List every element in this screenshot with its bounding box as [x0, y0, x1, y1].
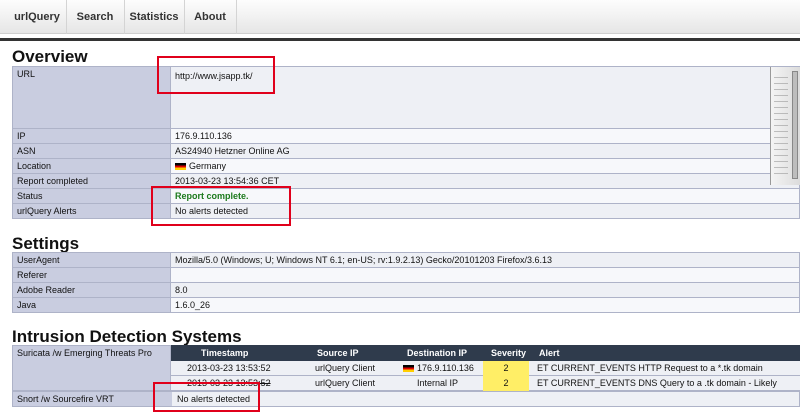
snort-row: Snort /w Sourcefire VRT No alerts detect…	[12, 391, 800, 407]
annotation-box-snort	[153, 382, 260, 412]
overview-key: URL	[12, 66, 171, 129]
overview-key: urlQuery Alerts	[12, 203, 171, 219]
settings-value	[170, 267, 800, 283]
col-destination-ip: Destination IP	[407, 348, 468, 358]
alert-destination: 176.9.110.136	[403, 361, 474, 376]
overview-heading: Overview	[12, 47, 88, 66]
nav-search[interactable]: Search	[66, 0, 124, 34]
settings-table: UserAgent Mozilla/5.0 (Windows; U; Windo…	[12, 252, 800, 313]
snort-label: Snort /w Sourcefire VRT	[13, 392, 172, 406]
overview-row-asn: ASN AS24940 Hetzner Online AG	[12, 143, 800, 159]
settings-key: Adobe Reader	[12, 282, 171, 298]
overview-key: IP	[12, 128, 171, 144]
alert-severity: 2	[483, 361, 529, 376]
overview-row-location: Location Germany	[12, 158, 800, 174]
overview-row-status: Status Report complete.	[12, 188, 800, 204]
settings-key: Java	[12, 297, 171, 313]
settings-value: Mozilla/5.0 (Windows; U; Windows NT 6.1;…	[170, 252, 800, 268]
ids-heading: Intrusion Detection Systems	[12, 327, 242, 346]
ids-table-header: Timestamp Source IP Destination IP Sever…	[171, 345, 800, 361]
settings-key: UserAgent	[12, 252, 171, 268]
settings-heading: Settings	[12, 234, 80, 253]
overview-value: 176.9.110.136	[170, 128, 800, 144]
settings-value: 8.0	[170, 282, 800, 298]
nav-statistics[interactable]: Statistics	[124, 0, 184, 34]
overview-row-report-completed: Report completed 2013-03-23 13:54:36 CET	[12, 173, 800, 189]
settings-row-adobe: Adobe Reader 8.0	[12, 282, 800, 298]
settings-row-java: Java 1.6.0_26	[12, 297, 800, 313]
alert-severity: 2	[483, 376, 529, 391]
overview-row-ip: IP 176.9.110.136	[12, 128, 800, 144]
alert-destination-text: 176.9.110.136	[417, 363, 474, 373]
ids-alert-row: 2013-03-23 13:53:52 urlQuery Client 176.…	[171, 361, 800, 376]
settings-row-referer: Referer	[12, 267, 800, 283]
annotation-box-url	[157, 56, 275, 94]
alert-destination: Internal IP	[417, 378, 459, 388]
overview-row-alerts: urlQuery Alerts No alerts detected	[12, 203, 800, 219]
thumbnail-scrollbar	[792, 71, 798, 179]
top-navbar: urlQuery Search Statistics About	[0, 0, 800, 34]
nav-divider	[236, 0, 237, 34]
col-timestamp: Timestamp	[201, 348, 249, 358]
overview-row-url: URL http://www.jsapp.tk/	[12, 66, 800, 129]
col-source-ip: Source IP	[317, 348, 359, 358]
overview-key: Location	[12, 158, 171, 174]
content-top-border	[0, 38, 800, 41]
overview-key: Report completed	[12, 173, 171, 189]
suricata-label: Suricata /w Emerging Threats Pro	[12, 345, 171, 391]
alert-timestamp: 2013-03-23 13:53:52	[187, 363, 271, 373]
ids-alert-row: 2013-03-23 13:53:52 urlQuery Client Inte…	[171, 376, 800, 403]
germany-flag-icon	[403, 365, 414, 372]
overview-value: Germany	[170, 158, 800, 174]
annotation-box-status	[151, 186, 291, 226]
alert-source: urlQuery Client	[315, 363, 376, 373]
nav-about[interactable]: About	[184, 0, 236, 34]
overview-table: URL http://www.jsapp.tk/ IP 176.9.110.13…	[12, 66, 800, 219]
nav-brand-urlquery[interactable]: urlQuery	[0, 0, 74, 34]
col-alert: Alert	[539, 348, 560, 358]
settings-value: 1.6.0_26	[170, 297, 800, 313]
settings-key: Referer	[12, 267, 171, 283]
alert-source: urlQuery Client	[315, 378, 376, 388]
overview-key: Status	[12, 188, 171, 204]
ids-section: Suricata /w Emerging Threats Pro Timesta…	[12, 345, 800, 412]
alert-message: ET CURRENT_EVENTS HTTP Request to a *.tk…	[537, 363, 763, 373]
col-severity: Severity	[491, 348, 527, 358]
overview-key: ASN	[12, 143, 171, 159]
screenshot-thumbnail[interactable]	[770, 67, 800, 185]
germany-flag-icon	[175, 163, 186, 170]
thumbnail-text-lines	[774, 77, 788, 177]
overview-value: AS24940 Hetzner Online AG	[170, 143, 800, 159]
location-text: Germany	[189, 161, 227, 171]
settings-row-useragent: UserAgent Mozilla/5.0 (Windows; U; Windo…	[12, 252, 800, 268]
